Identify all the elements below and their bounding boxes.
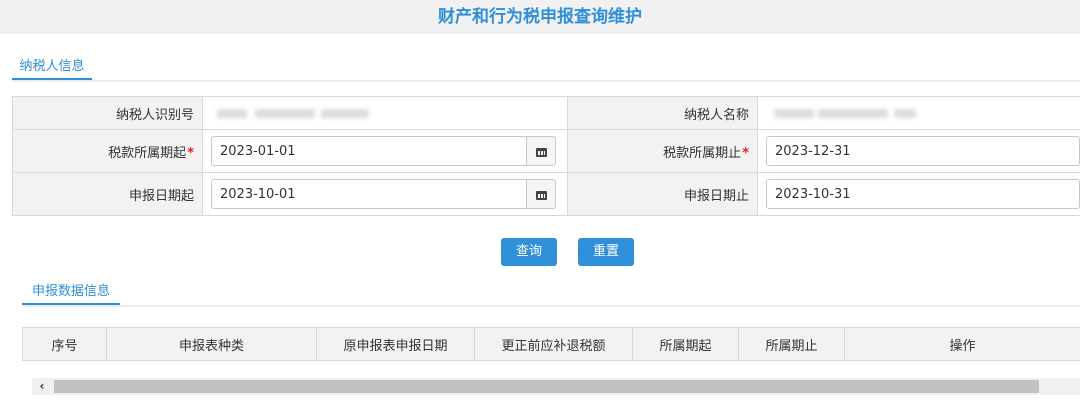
reset-button[interactable]: 重置 xyxy=(578,238,635,266)
declare-end-input[interactable] xyxy=(766,179,1080,209)
name-label: 纳税人名称 xyxy=(567,96,758,130)
declare-end-label: 申报日期止 xyxy=(567,172,758,216)
declaration-grid: 序号 申报表种类 原申报表申报日期 更正前应补退税额 所属期起 所属期止 操作 xyxy=(22,327,1080,361)
period-start-calendar-button[interactable] xyxy=(527,136,556,166)
declare-start-calendar-button[interactable] xyxy=(527,179,556,209)
taxpayer-form: 纳税人识别号 纳税人名称 税款所属期起* 税款所属期止* xyxy=(12,96,1080,216)
tin-label-text: 纳税人识别号 xyxy=(115,107,194,123)
horizontal-scrollbar[interactable]: ‹ xyxy=(32,378,1080,395)
required-mark: * xyxy=(742,145,749,161)
col-header-period-start[interactable]: 所属期起 xyxy=(632,327,739,361)
scroll-left-icon[interactable]: ‹ xyxy=(32,378,52,395)
section-divider xyxy=(12,80,1080,82)
tin-redacted xyxy=(203,105,567,121)
col-header-original-date[interactable]: 原申报表申报日期 xyxy=(316,327,475,361)
declare-start-cell xyxy=(202,172,568,216)
calendar-icon xyxy=(535,189,547,200)
query-button[interactable]: 查询 xyxy=(501,238,558,266)
period-start-label-text: 税款所属期起 xyxy=(108,145,187,161)
period-start-label: 税款所属期起* xyxy=(12,129,203,173)
scrollbar-thumb[interactable] xyxy=(54,380,1039,393)
tab-declaration-data[interactable]: 申报数据信息 xyxy=(22,281,120,305)
declare-start-label: 申报日期起 xyxy=(12,172,203,216)
declare-start-input[interactable] xyxy=(211,179,527,209)
col-header-form-type[interactable]: 申报表种类 xyxy=(106,327,317,361)
tin-value xyxy=(202,96,568,130)
period-start-input[interactable] xyxy=(211,136,527,166)
col-header-actions[interactable]: 操作 xyxy=(844,327,1080,361)
col-header-period-end[interactable]: 所属期止 xyxy=(738,327,845,361)
declare-end-cell xyxy=(757,172,1080,216)
period-end-cell xyxy=(757,129,1080,173)
tab-taxpayer-info[interactable]: 纳税人信息 xyxy=(12,56,92,80)
page-title: 财产和行为税申报查询维护 xyxy=(438,7,642,27)
calendar-icon xyxy=(535,146,547,157)
name-redacted xyxy=(758,105,1080,121)
period-end-label: 税款所属期止* xyxy=(567,129,758,173)
declare-end-label-text: 申报日期止 xyxy=(683,188,749,204)
tin-label: 纳税人识别号 xyxy=(12,96,203,130)
section-divider xyxy=(22,305,1080,307)
name-label-text: 纳税人名称 xyxy=(683,107,749,123)
period-end-label-text: 税款所属期止 xyxy=(663,145,742,161)
period-end-input[interactable] xyxy=(766,136,1080,166)
required-mark: * xyxy=(187,145,194,161)
name-value xyxy=(757,96,1080,130)
declare-start-label-text: 申报日期起 xyxy=(128,188,194,204)
col-header-index[interactable]: 序号 xyxy=(22,327,107,361)
col-header-pre-correction-tax[interactable]: 更正前应补退税额 xyxy=(474,327,633,361)
period-start-cell xyxy=(202,129,568,173)
